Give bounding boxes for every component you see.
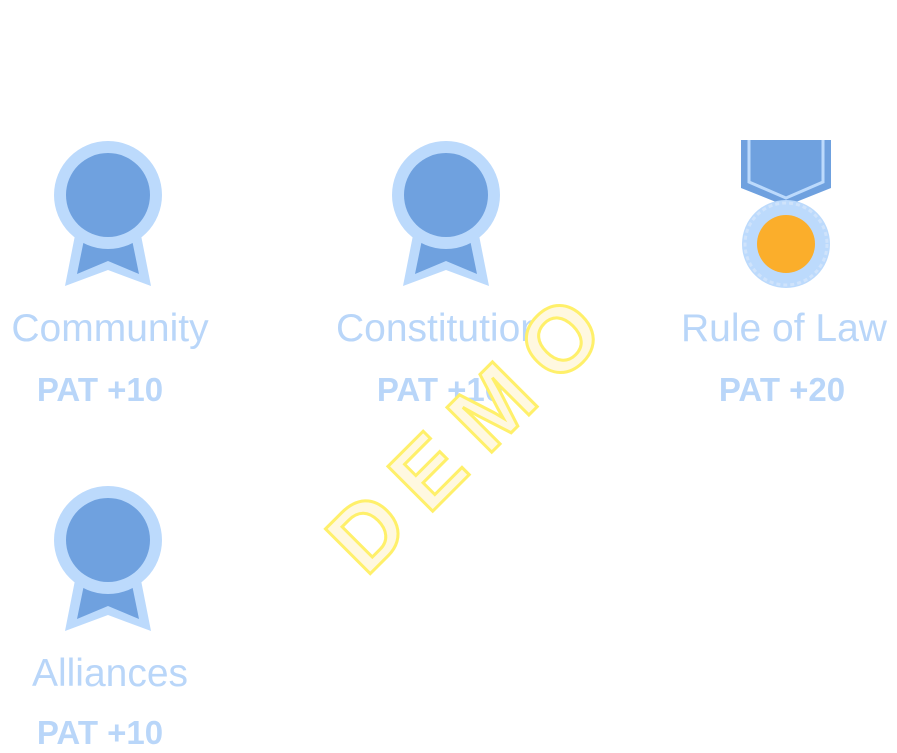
ribbon-award-icon [392,141,500,286]
badge-name: Rule of Law [681,307,887,350]
badge-constitution[interactable]: Constitution PAT +10 [336,140,558,410]
badge-rule-of-law[interactable]: Rule of Law PAT +20 [674,140,894,410]
badge-points: PAT +10 [36,714,164,751]
badge-name: Alliances [31,652,189,695]
badge-alliances[interactable]: Alliances PAT +10 [0,485,220,751]
badge-name: Community [11,307,209,350]
medal-icon [741,140,831,288]
badge-points: PAT +10 [36,371,164,408]
badge-name: Constitution [336,307,542,350]
ribbon-award-icon [54,486,162,631]
ribbon-award-icon [54,141,162,286]
badge-points: PAT +20 [718,371,846,408]
badge-points: PAT +10 [376,371,504,408]
badge-community[interactable]: Community PAT +10 [0,140,220,410]
